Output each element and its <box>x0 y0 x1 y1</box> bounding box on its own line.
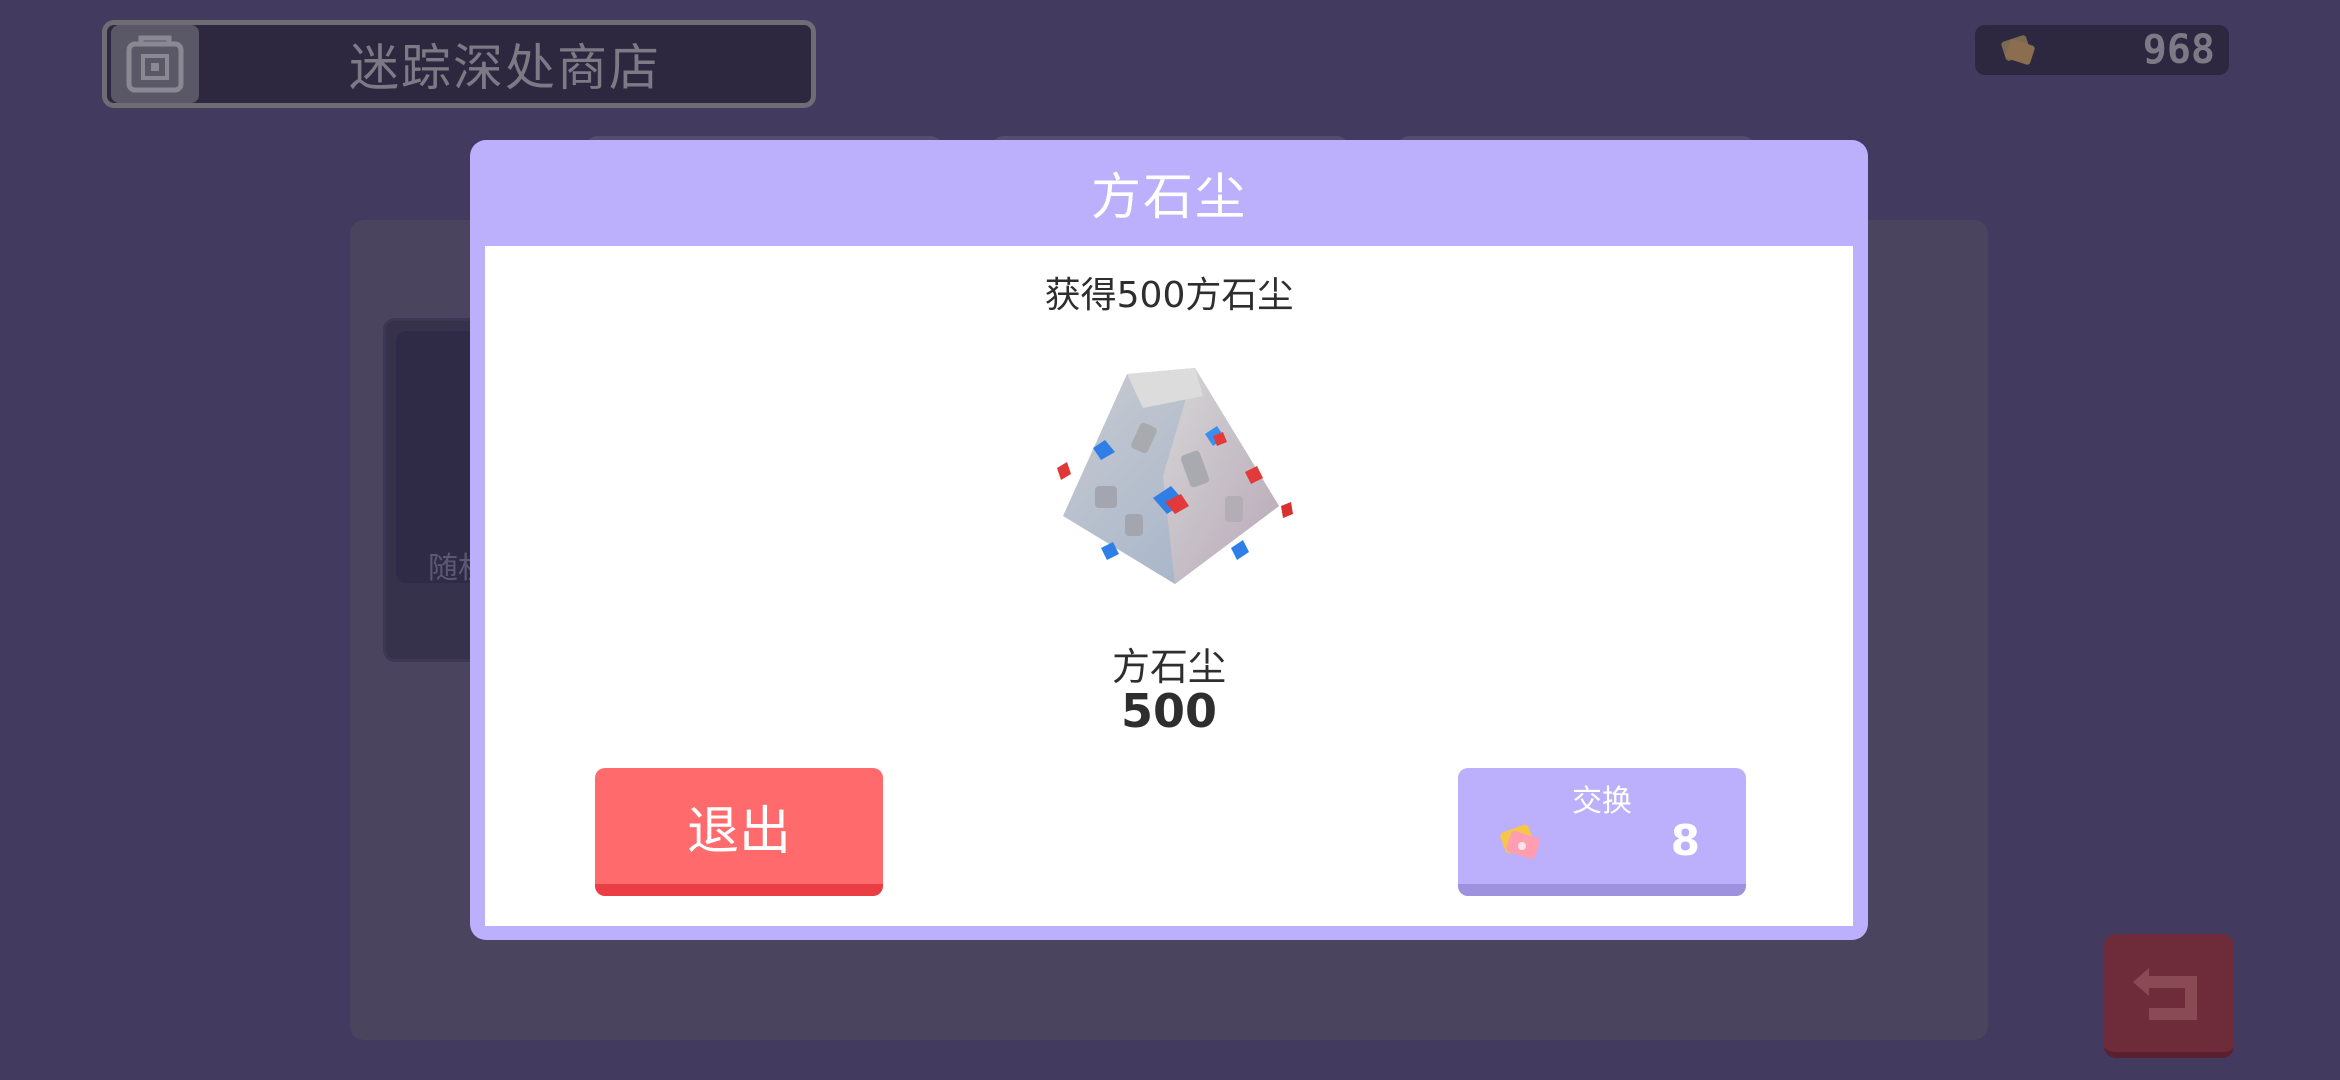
dialog-title: 方石尘 <box>1091 168 1247 226</box>
exchange-button-label: 交换 <box>1572 784 1632 819</box>
stone-dust-icon <box>1057 368 1293 584</box>
exchange-button[interactable]: 交换 8 <box>1458 768 1746 896</box>
ticket-icon <box>1500 824 1540 860</box>
reward-description: 获得500方石尘 <box>1044 275 1294 316</box>
item-name: 方石尘 <box>1111 645 1226 689</box>
exit-button[interactable]: 退出 <box>595 768 883 896</box>
dialog-body: 获得500方石尘 方石尘 500 退出 交换 8 <box>485 246 1853 926</box>
shop-cube-icon <box>111 25 199 103</box>
reward-dialog: 方石尘 获得500方石尘 方石尘 500 退出 交换 8 <box>470 140 1868 940</box>
shop-title: 迷踪深处商店 <box>349 39 661 97</box>
ticket-icon <box>2001 35 2035 65</box>
shop-screen: 迷踪深处商店 968 随机 方石尘 获得500方石尘 方石尘 500 退出 交换… <box>0 0 2340 1080</box>
shop-title-bar: 迷踪深处商店 <box>102 20 816 108</box>
currency-display: 968 <box>1975 25 2229 75</box>
exit-button-label: 退出 <box>686 801 791 862</box>
item-amount: 500 <box>1120 684 1218 738</box>
return-arrow-icon <box>2133 968 2197 1020</box>
back-button[interactable] <box>2104 934 2234 1058</box>
currency-amount: 968 <box>2142 27 2215 73</box>
exchange-cost: 8 <box>1670 816 1700 865</box>
